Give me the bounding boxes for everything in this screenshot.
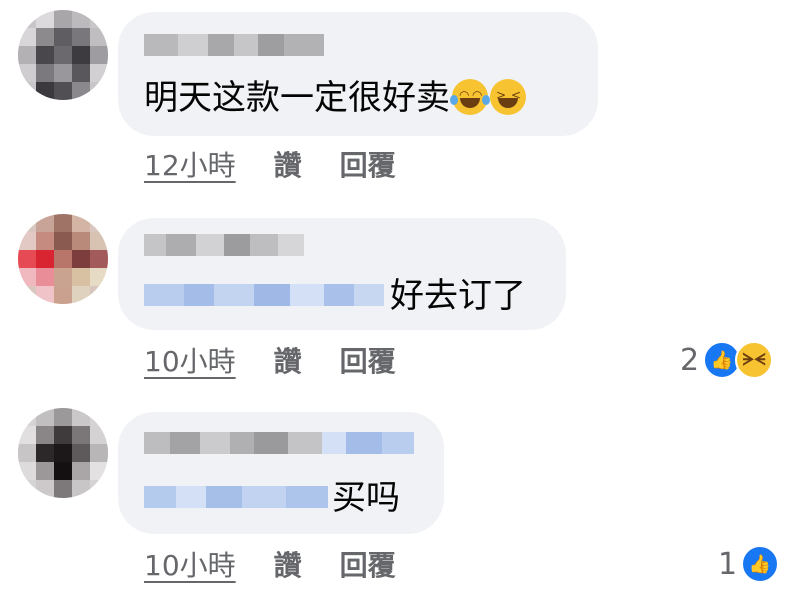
avatar[interactable] bbox=[18, 10, 108, 100]
author-name-blurred[interactable] bbox=[144, 34, 324, 56]
mention-link-blurred[interactable] bbox=[144, 284, 384, 306]
haha-icon: ᗒᗕ bbox=[735, 341, 774, 379]
reaction-count: 2 bbox=[680, 342, 700, 378]
avatar[interactable] bbox=[18, 214, 108, 304]
author-name-blurred[interactable] bbox=[144, 234, 304, 256]
author-name-blurred[interactable] bbox=[144, 432, 414, 454]
reaction-summary[interactable]: 2 👍 ᗒᗕ bbox=[680, 341, 774, 379]
comment-bubble: 明天这款一定很好卖 ◠ ◠ > < bbox=[118, 12, 598, 136]
reply-button[interactable]: 回覆 bbox=[340, 345, 396, 378]
comment-meta: 10小時 讚 回覆 bbox=[144, 550, 396, 582]
reply-button[interactable]: 回覆 bbox=[340, 549, 396, 582]
avatar[interactable] bbox=[18, 408, 108, 498]
timestamp-link[interactable]: 10小時 bbox=[144, 549, 236, 582]
comment-text: 买吗 bbox=[332, 478, 400, 518]
timestamp-link[interactable]: 10小時 bbox=[144, 345, 236, 378]
like-button[interactable]: 讚 bbox=[274, 345, 302, 378]
reply-button[interactable]: 回覆 bbox=[340, 149, 396, 182]
timestamp-link[interactable]: 12小時 bbox=[144, 149, 236, 182]
reaction-count: 1 bbox=[718, 546, 738, 582]
comment-bubble: 买吗 bbox=[118, 412, 444, 534]
reaction-summary[interactable]: 1 👍 bbox=[718, 545, 780, 583]
comment-bubble: 好去订了 bbox=[118, 218, 566, 330]
tears-of-joy-icon: ◠ ◠ bbox=[450, 79, 490, 115]
grinning-squinting-icon: > < bbox=[490, 79, 526, 115]
mention-link-blurred[interactable] bbox=[144, 486, 328, 508]
like-button[interactable]: 讚 bbox=[274, 549, 302, 582]
like-button[interactable]: 讚 bbox=[274, 149, 302, 182]
like-icon: 👍 bbox=[741, 545, 780, 583]
comment-meta: 10小時 讚 回覆 bbox=[144, 346, 396, 378]
comment-text: 好去订了 bbox=[390, 276, 526, 316]
comment-text: 明天这款一定很好卖 ◠ ◠ > < bbox=[144, 78, 526, 118]
comment-meta: 12小時 讚 回覆 bbox=[144, 150, 396, 182]
